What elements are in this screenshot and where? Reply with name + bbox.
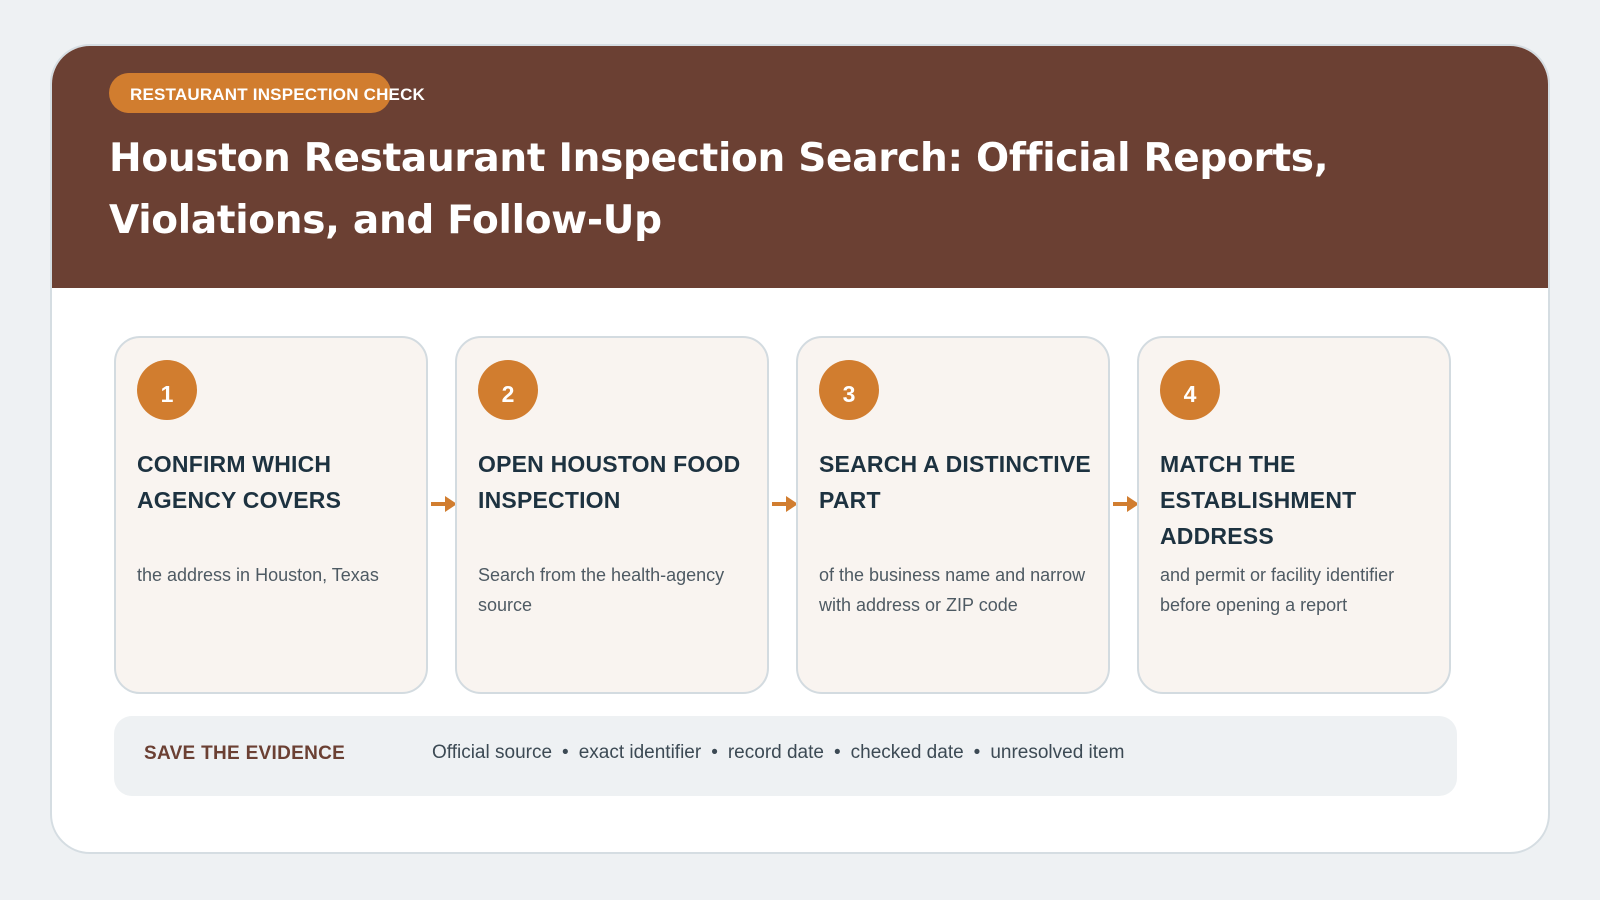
arrow-right-icon	[431, 496, 457, 512]
page-title: Houston Restaurant Inspection Search: Of…	[109, 136, 1329, 243]
step-card-3: 3 SEARCH A DISTINCTIVE PART of the busin…	[796, 336, 1110, 694]
step-number-badge: 3	[819, 360, 879, 420]
evidence-items: Official source • exact identifier • record …	[432, 742, 1124, 764]
step-number-badge: 2	[478, 360, 538, 420]
step-title: CONFIRM WHICH AGENCY COVERS	[137, 451, 342, 513]
evidence-item: record date	[727, 742, 824, 763]
arrow-right-icon	[772, 496, 798, 512]
separator-dot: •	[562, 742, 569, 763]
step-description: Search from the health-agency source	[478, 565, 725, 615]
step-title: SEARCH A DISTINCTIVE PART	[819, 451, 1091, 513]
arrow-right-icon	[1113, 496, 1139, 512]
separator-dot: •	[973, 742, 981, 763]
step-description: the address in Houston, Texas	[137, 565, 379, 585]
evidence-item: checked date	[850, 742, 964, 763]
separator-dot: •	[711, 742, 718, 763]
evidence-item: exact identifier	[578, 742, 702, 763]
separator-dot: •	[833, 742, 841, 763]
header-banner: RESTAURANT INSPECTION CHECK Houston Rest…	[52, 46, 1548, 288]
infographic-card: RESTAURANT INSPECTION CHECK Houston Rest…	[50, 44, 1550, 854]
step-card-1: 1 CONFIRM WHICH AGENCY COVERS the addres…	[114, 336, 428, 694]
step-description: of the business name and narrow with add…	[819, 565, 1086, 615]
evidence-item: unresolved item	[990, 742, 1125, 763]
kicker-label: RESTAURANT INSPECTION CHECK	[130, 85, 426, 104]
step-card-2: 2 OPEN HOUSTON FOOD INSPECTION Search fr…	[455, 336, 769, 694]
step-number-badge: 1	[137, 360, 197, 420]
evidence-bar: SAVE THE EVIDENCE Official source • exact …	[114, 716, 1457, 796]
evidence-item: Official source	[432, 742, 553, 763]
evidence-title: SAVE THE EVIDENCE	[144, 743, 346, 764]
step-title: MATCH THE ESTABLISHMENT ADDRESS	[1160, 451, 1357, 549]
step-description: and permit or facility identifier before…	[1160, 565, 1395, 615]
step-number-badge: 4	[1160, 360, 1220, 420]
step-title: OPEN HOUSTON FOOD INSPECTION	[478, 451, 741, 513]
step-card-4: 4 MATCH THE ESTABLISHMENT ADDRESS and pe…	[1137, 336, 1451, 694]
